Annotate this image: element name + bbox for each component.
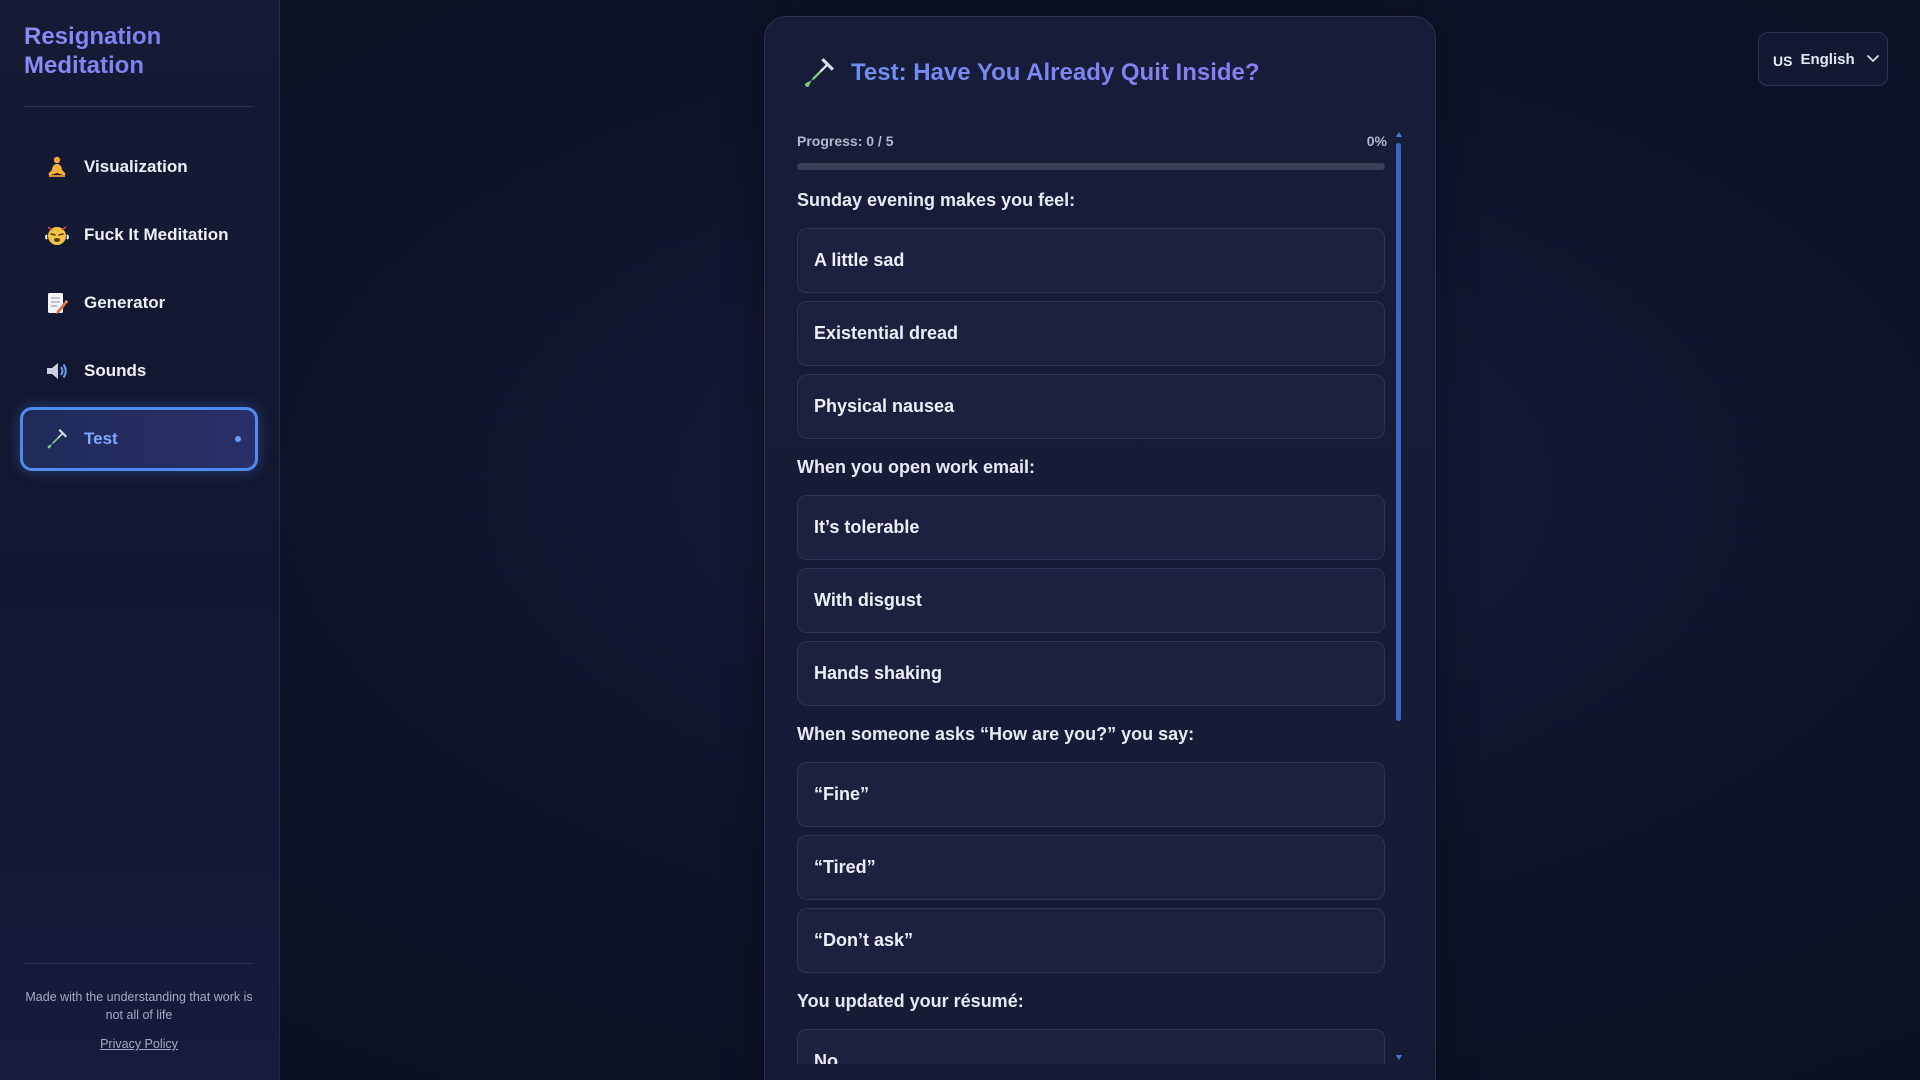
sidebar-item-sounds[interactable]: Sounds <box>20 339 258 403</box>
sidebar-nav: Visualization Fuck It Meditation Generat… <box>20 135 258 475</box>
meditation-person-icon <box>44 154 70 180</box>
progress-percent: 0% <box>1366 133 1387 149</box>
active-indicator-dot <box>235 436 241 442</box>
answer-option[interactable]: Physical nausea <box>797 374 1385 439</box>
footer-tagline: Made with the understanding that work is… <box>25 990 253 1022</box>
progress-label: Progress: 0 / 5 <box>797 133 894 149</box>
sidebar-item-fuck-it-meditation[interactable]: Fuck It Meditation <box>20 203 258 267</box>
test-tube-icon <box>801 55 837 91</box>
answer-option[interactable]: With disgust <box>797 568 1385 633</box>
speaker-icon <box>44 358 70 384</box>
sidebar-divider <box>24 106 254 107</box>
answer-option[interactable]: It’s tolerable <box>797 495 1385 560</box>
progress-row: Progress: 0 / 5 0% <box>797 133 1387 153</box>
scrollbar-thumb[interactable] <box>1396 143 1401 721</box>
answer-option-label: “Fine” <box>814 784 870 804</box>
sidebar-item-label: Visualization <box>84 157 188 176</box>
language-label: English <box>1800 50 1855 68</box>
privacy-policy-link[interactable]: Privacy Policy <box>24 1037 254 1051</box>
answer-option-label: Physical nausea <box>814 396 955 416</box>
quiz-card: Test: Have You Already Quit Inside? Prog… <box>764 16 1436 1080</box>
memo-pencil-icon <box>44 290 70 316</box>
answer-option[interactable]: “Tired” <box>797 835 1385 900</box>
answer-option-label: A little sad <box>814 250 905 270</box>
scrollbar-up-arrow[interactable] <box>1396 132 1402 137</box>
answer-options: It’s tolerable With disgust Hands shakin… <box>797 495 1387 706</box>
answer-option[interactable]: Hands shaking <box>797 641 1385 706</box>
question-text: When you open work email: <box>797 457 1036 477</box>
answer-option[interactable]: No <box>797 1029 1385 1064</box>
sidebar-item-test[interactable]: Test <box>20 407 258 471</box>
sidebar: Resignation Meditation Visualization Fuc… <box>0 0 280 1080</box>
answer-options: A little sad Existential dread Physical … <box>797 228 1387 439</box>
sidebar-item-label: Sounds <box>84 361 147 380</box>
scrollbar-down-arrow[interactable] <box>1396 1055 1402 1060</box>
answer-options: No <box>797 1029 1387 1064</box>
answer-option[interactable]: A little sad <box>797 228 1385 293</box>
sidebar-item-label: Test <box>84 429 118 448</box>
answer-option-label: With disgust <box>814 590 922 610</box>
sidebar-item-label: Fuck It Meditation <box>84 225 229 244</box>
answer-option-label: No <box>814 1051 838 1064</box>
sidebar-item-visualization[interactable]: Visualization <box>20 135 258 199</box>
app-brand-title[interactable]: Resignation Meditation <box>24 22 254 80</box>
steaming-face-icon <box>44 222 70 248</box>
answer-option[interactable]: “Don’t ask” <box>797 908 1385 973</box>
chevron-down-icon <box>1866 50 1879 68</box>
sidebar-item-label: Generator <box>84 293 166 312</box>
answer-option[interactable]: “Fine” <box>797 762 1385 827</box>
progress-bar <box>797 163 1385 170</box>
test-tube-icon <box>44 426 70 452</box>
answer-option-label: “Don’t ask” <box>814 930 914 950</box>
answer-options: “Fine” “Tired” “Don’t ask” <box>797 762 1387 973</box>
question-text: When someone asks “How are you?” you say… <box>797 724 1195 744</box>
answer-option[interactable]: Existential dread <box>797 301 1385 366</box>
sidebar-item-generator[interactable]: Generator <box>20 271 258 335</box>
quiz-scroll-area[interactable]: Progress: 0 / 5 0% Sunday evening makes … <box>797 117 1387 1064</box>
quiz-header: Test: Have You Already Quit Inside? <box>801 55 1260 91</box>
language-code: US <box>1773 52 1793 69</box>
answer-option-label: It’s tolerable <box>814 517 920 537</box>
language-selector[interactable]: US English <box>1758 32 1888 86</box>
answer-option-label: Hands shaking <box>814 663 943 683</box>
answer-option-label: “Tired” <box>814 857 876 877</box>
answer-option-label: Existential dread <box>814 323 959 343</box>
quiz-title: Test: Have You Already Quit Inside? <box>851 59 1260 86</box>
question-text: You updated your résumé: <box>797 991 1024 1011</box>
footer-divider <box>24 963 254 964</box>
question-text: Sunday evening makes you feel: <box>797 190 1076 210</box>
